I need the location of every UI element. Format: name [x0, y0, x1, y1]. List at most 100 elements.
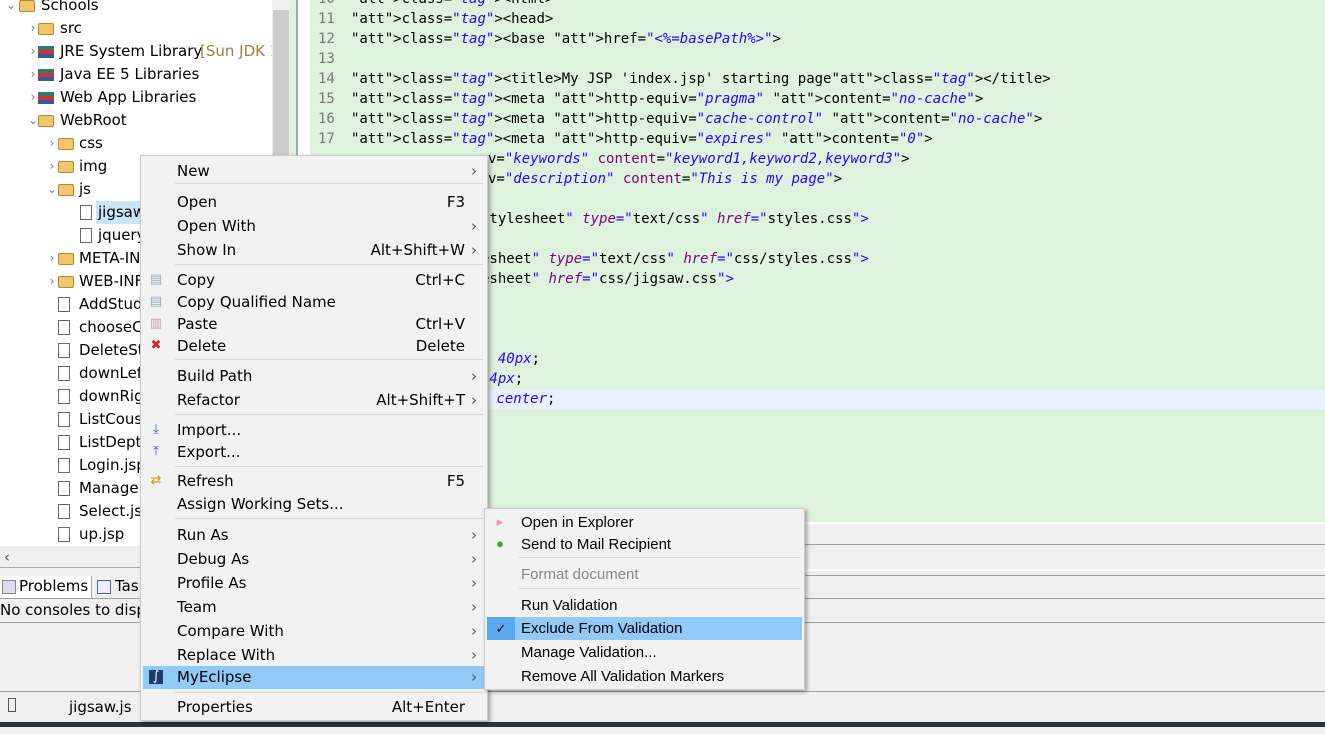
tree-item[interactable]: › Web App Libraries: [0, 86, 272, 109]
submenu-arrow-icon: ›: [471, 526, 477, 544]
code-line-fragment[interactable]: v="description" content="This is my page…: [488, 169, 842, 189]
line-number: 15: [318, 91, 335, 107]
code-line[interactable]: "att">class="tag"><meta "att">http-equiv…: [351, 109, 1042, 129]
line-number: 14: [318, 71, 335, 87]
menu-item-run-as[interactable]: Run As ›: [143, 524, 485, 547]
menu-separator: [175, 466, 483, 467]
paste-icon: ▥: [149, 316, 163, 331]
menu-item-open[interactable]: Open F3: [143, 191, 485, 214]
submenu-arrow-icon: ›: [471, 668, 477, 686]
menu-item-build-path[interactable]: Build Path ›: [143, 365, 485, 388]
menu-item-myeclipse[interactable]: ∫ MyEclipse ›: [143, 666, 485, 689]
delete-icon: ✖: [150, 338, 162, 353]
code-line-fragment[interactable]: esheet" type="text/css" href="css/styles…: [481, 249, 869, 269]
chevron-right-icon[interactable]: ›: [46, 155, 58, 178]
file-icon: [58, 343, 70, 358]
submenu-item-send-mail[interactable]: ● Send to Mail Recipient: [487, 533, 802, 556]
code-line[interactable]: "att">class="tag"><head>: [351, 9, 553, 29]
menu-item-import[interactable]: ⤓ Import...: [143, 419, 485, 442]
menu-item-team[interactable]: Team ›: [143, 596, 485, 619]
submenu-arrow-icon: ›: [471, 162, 477, 180]
line-number: 13: [318, 51, 335, 67]
file-icon: [58, 458, 70, 473]
menu-item-properties[interactable]: Properties Alt+Enter: [143, 696, 485, 719]
chevron-down-icon[interactable]: ⌄: [46, 178, 58, 201]
myeclipse-icon: ∫: [149, 670, 163, 684]
tree-item-label: META-IN: [79, 249, 141, 267]
scroll-left-icon[interactable]: ‹: [4, 548, 10, 566]
menu-item-profile-as[interactable]: Profile As ›: [143, 572, 485, 595]
menu-item-export[interactable]: ⤒ Export...: [143, 441, 485, 464]
menu-item-refactor[interactable]: Refactor Alt+Shift+T ›: [143, 389, 485, 412]
new-item-icon[interactable]: [8, 698, 16, 712]
code-line-fragment[interactable]: center;: [488, 389, 555, 409]
menu-item-show-in[interactable]: Show In Alt+Shift+W ›: [143, 239, 485, 262]
submenu-item-remove[interactable]: Remove All Validation Markers: [487, 665, 802, 688]
tree-item-label: DeleteSt: [79, 341, 144, 359]
problems-icon: [2, 580, 16, 594]
chevron-down-icon[interactable]: ⌄: [5, 0, 17, 17]
submenu-item-exclude[interactable]: ✓ Exclude From Validation: [487, 617, 802, 640]
submenu-arrow-icon: ›: [471, 622, 477, 640]
console-message: No consoles to disp: [0, 601, 146, 619]
code-line[interactable]: "att">class="tag"><meta "att">http-equiv…: [351, 129, 933, 149]
menu-separator: [175, 518, 483, 519]
file-icon: [58, 297, 70, 312]
file-icon: [58, 412, 70, 427]
folder-icon: [38, 23, 54, 35]
tree-item[interactable]: ⌄ WebRoot: [0, 109, 272, 132]
folder-icon: [19, 0, 35, 12]
menu-item-delete[interactable]: ✖ Delete Delete: [143, 335, 485, 358]
menu-item-open-with[interactable]: Open With ›: [143, 215, 485, 238]
code-line[interactable]: "att">class="tag"><meta "att">http-equiv…: [351, 89, 983, 109]
tree-item[interactable]: › src: [0, 17, 272, 40]
code-line-fragment[interactable]: esheet" href="css/jigsaw.css">: [481, 269, 734, 289]
tree-item-label: src: [60, 19, 82, 37]
menu-item-copy-qn[interactable]: ▤ Copy Qualified Name: [143, 291, 485, 314]
code-line-fragment[interactable]: stylesheet" type="text/css" href="styles…: [481, 209, 869, 229]
tree-item[interactable]: › css: [0, 132, 272, 155]
tree-item[interactable]: ⌄ Schools: [0, 0, 272, 17]
tab-problems[interactable]: Problems: [0, 576, 92, 598]
status-bar: jigsaw.js -: [0, 690, 140, 734]
context-menu: New › Open F3 Open With › Show In Alt+Shift+W › ▤…: [140, 155, 488, 721]
submenu-item-run-validation[interactable]: Run Validation: [487, 594, 802, 617]
menu-item-assign[interactable]: Assign Working Sets...: [143, 493, 485, 516]
submenu-item-open-explorer[interactable]: ▸ Open in Explorer: [487, 511, 802, 534]
chevron-right-icon[interactable]: ›: [46, 270, 58, 293]
tree-item-label: AddStud: [79, 295, 143, 313]
tree-item-label: WebRoot: [60, 111, 127, 129]
tree-item-label: downRig: [79, 387, 144, 405]
menu-item-debug-as[interactable]: Debug As ›: [143, 548, 485, 571]
file-icon: [80, 228, 92, 243]
folder-icon: [58, 184, 74, 196]
tree-item-label: Manage: [79, 479, 139, 497]
menu-separator: [175, 692, 483, 693]
menu-separator: [175, 264, 483, 265]
code-line-fragment[interactable]: v="keywords" content="keyword1,keyword2,…: [488, 149, 910, 169]
code-line[interactable]: "att">class="tag"><base "att">href="<%=b…: [351, 29, 781, 49]
tree-item[interactable]: › JRE System Library [Sun JDK 1: [0, 40, 272, 63]
tree-item[interactable]: › Java EE 5 Libraries: [0, 63, 272, 86]
menu-item-new[interactable]: New ›: [143, 160, 485, 183]
library-icon: [38, 46, 54, 58]
menu-item-replace[interactable]: Replace With ›: [143, 644, 485, 667]
chevron-right-icon[interactable]: ›: [46, 247, 58, 270]
code-line-fragment[interactable]: : 40px;: [481, 349, 540, 369]
menu-item-paste[interactable]: ▥ Paste Ctrl+V: [143, 313, 485, 336]
menu-separator: [175, 414, 483, 415]
code-line[interactable]: "att">class="tag"><title>My JSP 'index.j…: [351, 69, 1051, 89]
tree-item-label: Select.js: [79, 502, 143, 520]
submenu-item-manage[interactable]: Manage Validation...: [487, 641, 802, 664]
menu-item-copy[interactable]: ▤ Copy Ctrl+C: [143, 269, 485, 292]
file-icon: [58, 527, 70, 542]
chevron-right-icon[interactable]: ›: [46, 132, 58, 155]
folder-icon: [58, 161, 74, 173]
file-icon: [58, 504, 70, 519]
menu-item-compare[interactable]: Compare With ›: [143, 620, 485, 643]
tree-item-label: Web App Libraries: [60, 88, 197, 106]
tasks-icon: [97, 580, 111, 594]
menu-item-refresh[interactable]: ⇄ Refresh F5: [143, 470, 485, 493]
tree-item-label: Java EE 5 Libraries: [60, 65, 200, 83]
code-line[interactable]: "att">class="tag"><html>: [351, 0, 553, 9]
